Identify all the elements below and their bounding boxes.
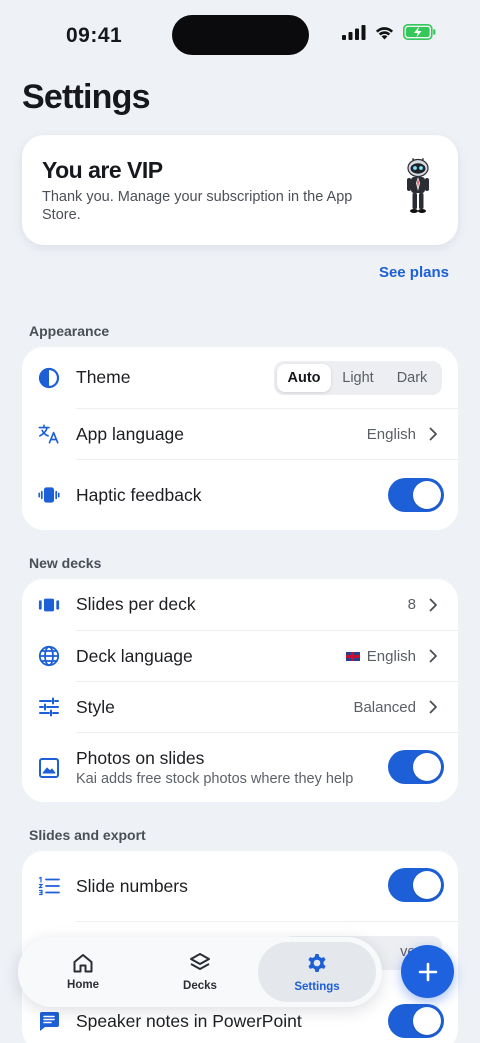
translate-icon xyxy=(38,423,60,445)
layers-icon xyxy=(190,953,210,970)
chevron-right-icon xyxy=(429,700,437,714)
deck-language-value: English xyxy=(345,647,416,665)
haptic-label: Haptic feedback xyxy=(76,484,202,505)
deck-language-text: English xyxy=(366,647,416,665)
chevron-right-icon xyxy=(429,427,437,441)
page-title: Settings xyxy=(22,78,151,116)
new-decks-group: Slides per deck 8 Deck language English xyxy=(22,579,458,802)
slides-per-deck-row[interactable]: Slides per deck 8 xyxy=(22,579,458,630)
toggle-knob xyxy=(413,753,441,781)
photos-label: Photos on slides xyxy=(76,748,205,768)
section-label-slides-export: Slides and export xyxy=(29,827,146,843)
tab-decks-label: Decks xyxy=(183,980,217,992)
home-icon xyxy=(73,954,93,973)
deck-language-label: Deck language xyxy=(76,645,193,666)
theme-segmented-control: Auto Light Dark xyxy=(274,360,442,395)
battery-charging-icon xyxy=(403,24,436,40)
plus-icon xyxy=(418,962,437,981)
toggle-knob xyxy=(413,481,441,509)
toggle-knob xyxy=(413,871,441,899)
vip-card[interactable]: You are VIP Thank you. Manage your subsc… xyxy=(22,135,458,245)
chevron-right-icon xyxy=(429,598,437,611)
image-icon xyxy=(38,757,60,779)
theme-option-dark[interactable]: Dark xyxy=(385,364,439,392)
globe-icon xyxy=(38,645,60,667)
tab-home-label: Home xyxy=(67,979,99,991)
vip-title: You are VIP xyxy=(42,157,163,183)
status-time: 09:41 xyxy=(66,24,123,47)
wifi-icon xyxy=(375,26,394,39)
status-icons xyxy=(342,24,436,40)
tab-home[interactable]: Home xyxy=(24,942,142,1002)
photos-row: Photos on slides Kai adds free stock pho… xyxy=(22,733,458,802)
theme-option-auto[interactable]: Auto xyxy=(277,363,331,392)
theme-option-light[interactable]: Light xyxy=(331,364,385,392)
slide-numbers-label: Slide numbers xyxy=(76,875,188,896)
app-language-label: App language xyxy=(76,423,185,444)
gear-icon xyxy=(308,954,326,972)
speaker-notes-toggle[interactable] xyxy=(388,1004,444,1038)
style-value: Balanced xyxy=(353,698,416,716)
add-deck-fab[interactable] xyxy=(401,945,454,998)
slides-carousel-icon xyxy=(38,594,60,616)
slides-per-deck-value: 8 xyxy=(407,596,416,613)
slides-per-deck-label: Slides per deck xyxy=(76,594,196,614)
uk-flag-icon xyxy=(345,651,360,661)
numbered-list-icon xyxy=(38,875,60,897)
vip-subtitle: Thank you. Manage your subscription in t… xyxy=(42,189,353,223)
divider xyxy=(76,921,458,922)
status-bar: 09:41 xyxy=(0,0,480,70)
tab-settings-label: Settings xyxy=(294,981,340,993)
app-language-row[interactable]: App language English xyxy=(22,409,458,459)
slide-numbers-toggle[interactable] xyxy=(388,868,444,902)
haptic-toggle[interactable] xyxy=(388,478,444,512)
section-label-appearance: Appearance xyxy=(29,323,110,339)
tab-settings[interactable]: Settings xyxy=(258,942,376,1002)
deck-language-row[interactable]: Deck language English xyxy=(22,631,458,681)
haptic-row: Haptic feedback xyxy=(22,460,458,530)
app-language-value: English xyxy=(366,425,416,443)
dynamic-island xyxy=(172,15,309,55)
tab-bar: Home Decks Settings xyxy=(18,937,382,1007)
photos-toggle[interactable] xyxy=(388,750,444,784)
see-plans-link[interactable]: See plans xyxy=(379,264,449,281)
style-row[interactable]: Style Balanced xyxy=(22,682,458,732)
contrast-icon xyxy=(38,367,60,389)
tune-sliders-icon xyxy=(38,696,60,718)
tab-decks[interactable]: Decks xyxy=(141,942,259,1002)
theme-row: Theme Auto Light Dark xyxy=(22,347,458,408)
style-label: Style xyxy=(76,696,115,717)
vibration-icon xyxy=(38,484,60,506)
chevron-right-icon xyxy=(429,649,437,663)
slide-numbers-row: Slide numbers xyxy=(22,851,458,921)
appearance-group: Theme Auto Light Dark App language Engli… xyxy=(22,347,458,530)
toggle-knob xyxy=(413,1007,441,1035)
section-label-new-decks: New decks xyxy=(29,555,102,571)
theme-label: Theme xyxy=(76,367,131,387)
photos-sublabel: Kai adds free stock photos where they he… xyxy=(76,771,354,787)
cellular-signal-icon xyxy=(342,24,366,40)
robot-mascot-icon xyxy=(407,158,429,213)
speaker-notes-label: Speaker notes in PowerPoint xyxy=(76,1010,302,1031)
speaker-notes-icon xyxy=(38,1010,60,1032)
